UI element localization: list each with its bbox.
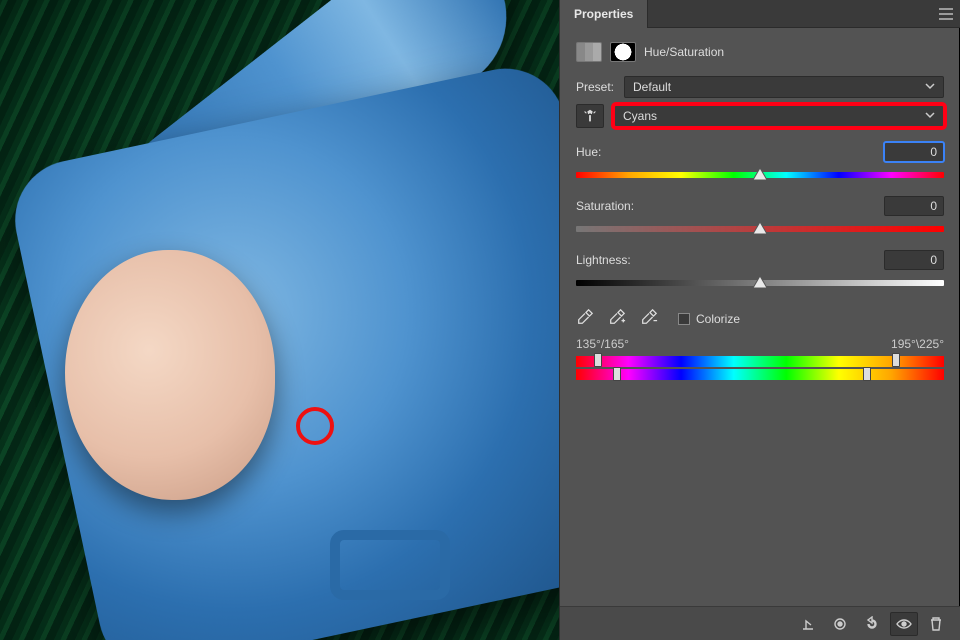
lightness-slider[interactable] — [576, 276, 944, 290]
panel-menu-icon[interactable] — [932, 0, 960, 28]
hue-input[interactable]: 0 — [884, 142, 944, 162]
clip-to-layer-button[interactable] — [794, 612, 822, 636]
delete-adjustment-button[interactable] — [922, 612, 950, 636]
layer-mask-thumbnail-icon[interactable] — [610, 42, 636, 62]
range-marker-inner-right[interactable] — [863, 353, 871, 383]
eyedropper-icon[interactable] — [576, 308, 594, 329]
checkbox-box-icon — [678, 313, 690, 325]
preset-select[interactable]: Default — [624, 76, 944, 98]
properties-panel: Properties Hue/Saturation Preset: Defaul… — [560, 0, 960, 640]
hue-slider-thumb[interactable] — [753, 168, 767, 180]
hue-label: Hue: — [576, 145, 601, 159]
saturation-input[interactable]: 0 — [884, 196, 944, 216]
panel-footer — [560, 606, 960, 640]
color-range-spectrum[interactable] — [576, 355, 944, 381]
annotation-sample-circle — [296, 407, 334, 445]
panel-tabbar: Properties — [560, 0, 960, 28]
reset-button[interactable] — [858, 612, 886, 636]
range-falloff-right: 195°\225° — [891, 337, 944, 351]
spectrum-bottom-bar — [576, 369, 944, 380]
preset-label: Preset: — [576, 80, 614, 94]
eyedropper-add-icon[interactable] — [608, 308, 626, 329]
adjustment-name: Hue/Saturation — [644, 45, 724, 59]
spectrum-top-bar — [576, 356, 944, 367]
range-marker-inner-left[interactable] — [613, 353, 621, 383]
saturation-slider-thumb[interactable] — [753, 222, 767, 234]
saturation-label: Saturation: — [576, 199, 634, 213]
preset-value: Default — [633, 80, 671, 94]
eyedropper-subtract-icon[interactable] — [640, 308, 658, 329]
range-marker-outer-left[interactable] — [594, 353, 602, 383]
color-range-value: Cyans — [623, 109, 657, 123]
lightness-slider-thumb[interactable] — [753, 276, 767, 288]
adjustment-thumbnail-icon[interactable] — [576, 42, 602, 62]
tab-properties[interactable]: Properties — [560, 0, 648, 28]
view-previous-state-button[interactable] — [826, 612, 854, 636]
photo-subject-belt — [330, 530, 450, 600]
colorize-checkbox[interactable]: Colorize — [678, 312, 740, 326]
chevron-down-icon — [925, 109, 935, 123]
color-range-select[interactable]: Cyans — [614, 105, 944, 127]
targeted-adjustment-button[interactable] — [576, 104, 604, 128]
range-falloff-left: 135°/165° — [576, 337, 629, 351]
lightness-input[interactable]: 0 — [884, 250, 944, 270]
lightness-label: Lightness: — [576, 253, 631, 267]
toggle-visibility-button[interactable] — [890, 612, 918, 636]
hue-slider[interactable] — [576, 168, 944, 182]
saturation-slider[interactable] — [576, 222, 944, 236]
range-marker-outer-right[interactable] — [892, 353, 900, 383]
colorize-label: Colorize — [696, 312, 740, 326]
photo-subject-face — [65, 250, 275, 500]
chevron-down-icon — [925, 80, 935, 94]
